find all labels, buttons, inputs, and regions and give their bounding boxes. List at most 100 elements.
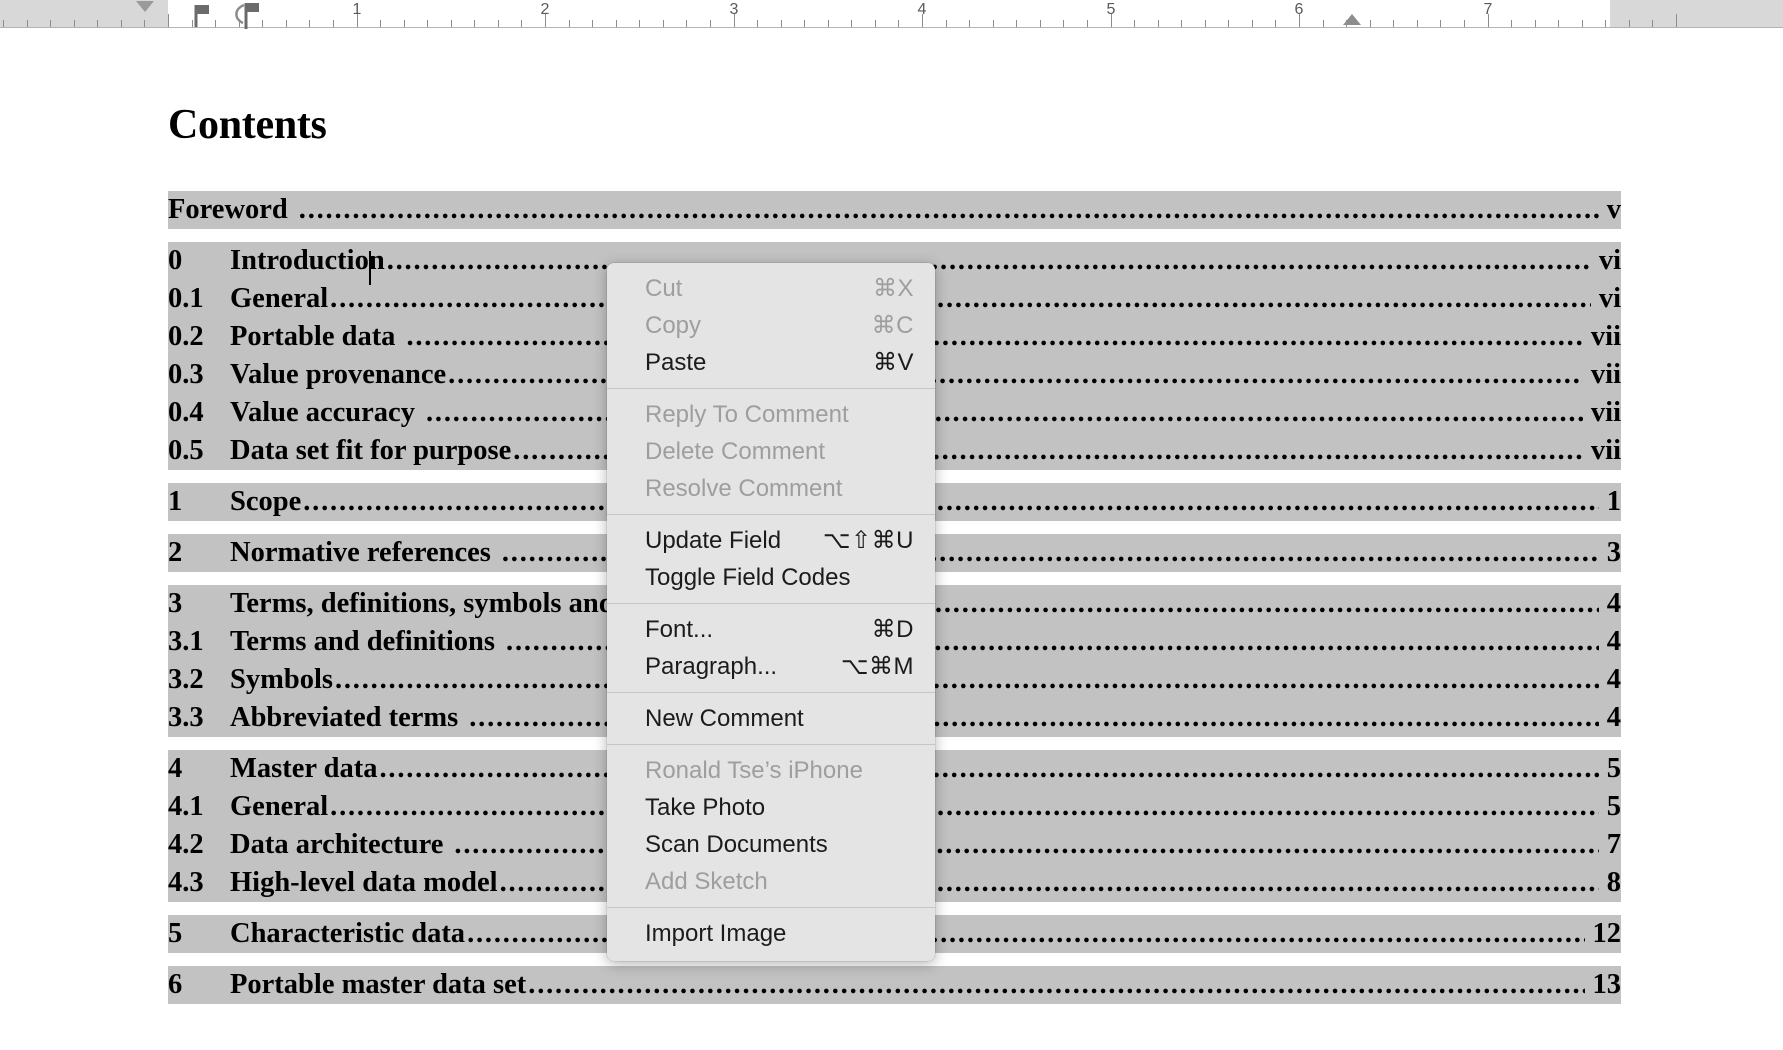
toc-entry-title: Terms and definitions xyxy=(230,626,496,657)
toc-entry[interactable]: 6 Portable master data set...............… xyxy=(168,966,1621,1004)
menu-item-label: Import Image xyxy=(645,919,787,947)
ruler-label-1: 1 xyxy=(352,1,362,18)
menu-item-paste[interactable]: Paste ⌘V xyxy=(607,344,935,381)
toc-entry-title: Foreword xyxy=(168,194,288,225)
menu-item-font[interactable]: Font... ⌘D xyxy=(607,611,935,648)
toc-entry-page-number: 4 xyxy=(1606,664,1621,695)
menu-item-label: Delete Comment xyxy=(645,437,826,465)
toc-entry-page-number: vii xyxy=(1590,321,1621,352)
toc-leader-dots: ........................................… xyxy=(425,397,1583,428)
toc-entry-title: Characteristic data xyxy=(230,918,466,949)
menu-item-copy: Copy ⌘C xyxy=(607,307,935,344)
toc-entry-number: 4.2 xyxy=(168,829,204,860)
toc-leader-dots: ........................................… xyxy=(298,194,1599,225)
toc-entry-number: 0.4 xyxy=(168,397,204,428)
menu-separator xyxy=(607,692,935,693)
toc-entry-number: 0 xyxy=(168,245,183,276)
toc-entry-title: General xyxy=(230,283,329,314)
context-menu[interactable]: Cut ⌘X Copy ⌘C Paste ⌘V Reply To Comment Delete… xyxy=(607,263,935,961)
menu-item-scan-documents[interactable]: Scan Documents xyxy=(607,826,935,863)
toc-entry-page-number: v xyxy=(1606,194,1621,225)
menu-item-label: Take Photo xyxy=(645,793,766,821)
first-line-indent-marker[interactable] xyxy=(136,1,154,12)
horizontal-ruler[interactable]: 1 2 3 4 5 6 7 xyxy=(0,0,1783,29)
menu-item-label: Cut xyxy=(645,274,683,302)
menu-item-shortcut: ⌘D xyxy=(871,616,914,643)
toc-group: 6 Portable master data set...............… xyxy=(168,966,1621,1004)
left-tab-stop-icon-1[interactable] xyxy=(193,3,215,29)
toc-entry-page-number: 7 xyxy=(1606,829,1621,860)
toc-entry-page-number: vii xyxy=(1590,359,1621,390)
toc-entry-page-number: 4 xyxy=(1606,588,1621,619)
toc-leader-dots: ........................................… xyxy=(334,664,1599,695)
toc-leader-dots: ........................................… xyxy=(406,321,1583,352)
toc-entry-title: Symbols xyxy=(230,664,333,695)
menu-separator xyxy=(607,907,935,908)
toc-leader-dots: ........................................… xyxy=(330,791,1599,822)
menu-item-take-photo[interactable]: Take Photo xyxy=(607,789,935,826)
menu-item-resolve-comment: Resolve Comment xyxy=(607,470,935,507)
toc-entry-title: Scope xyxy=(230,486,302,517)
menu-item-label: New Comment xyxy=(645,704,804,732)
toc-entry-title: Normative references xyxy=(230,537,491,568)
toc-entry-number: 0.2 xyxy=(168,321,204,352)
toc-entry-page-number: 12 xyxy=(1592,918,1622,949)
menu-item-shortcut: ⌥⌘M xyxy=(840,653,914,680)
menu-item-import-image[interactable]: Import Image xyxy=(607,915,935,952)
toc-entry-page-number: vi xyxy=(1598,245,1621,276)
ruler-label-5: 5 xyxy=(1106,1,1116,18)
toc-leader-dots: ........................................… xyxy=(379,753,1598,784)
toc-group: Foreword................................… xyxy=(168,191,1621,229)
toc-entry-title: Value accuracy xyxy=(230,397,415,428)
toc-entry-title: Introduction xyxy=(230,245,385,276)
ruler-label-6: 6 xyxy=(1294,1,1304,18)
toc-entry-title: Data set fit for purpose xyxy=(230,435,512,466)
menu-item-shortcut: ⌘C xyxy=(871,312,914,339)
toc-entry-page-number: 3 xyxy=(1606,537,1621,568)
menu-separator xyxy=(607,744,935,745)
toc-entry-number: 4 xyxy=(168,753,183,784)
toc-entry-title: High-level data model xyxy=(230,867,498,898)
menu-item-reply-to-comment: Reply To Comment xyxy=(607,396,935,433)
toc-entry-page-number: 1 xyxy=(1606,486,1621,517)
toc-leader-dots: ........................................… xyxy=(330,283,1591,314)
toc-entry[interactable]: Foreword................................… xyxy=(168,191,1621,229)
menu-separator xyxy=(607,388,935,389)
toc-entry-title: Master data xyxy=(230,753,378,784)
menu-item-label: Copy xyxy=(645,311,702,339)
ruler-label-4: 4 xyxy=(917,1,927,18)
menu-item-toggle-field-codes[interactable]: Toggle Field Codes xyxy=(607,559,935,596)
toc-entry-number: 3.2 xyxy=(168,664,204,695)
toc-entry-title: Data architecture xyxy=(230,829,444,860)
toc-entry-number: 4.3 xyxy=(168,867,204,898)
toc-entry-page-number: vi xyxy=(1598,283,1621,314)
toc-entry-page-number: 4 xyxy=(1606,702,1621,733)
toc-entry-page-number: 5 xyxy=(1606,791,1621,822)
toc-entry-number: 0.3 xyxy=(168,359,204,390)
toc-entry-title: Portable data xyxy=(230,321,396,352)
ruler-label-3: 3 xyxy=(729,1,739,18)
toc-entry-number: 5 xyxy=(168,918,183,949)
toc-entry-number: 4.1 xyxy=(168,791,204,822)
menu-item-label: Update Field xyxy=(645,526,782,554)
menu-separator xyxy=(607,514,935,515)
menu-separator xyxy=(607,603,935,604)
toc-entry-number: 2 xyxy=(168,537,183,568)
menu-item-shortcut: ⌘X xyxy=(872,275,914,302)
toc-entry-number: 3 xyxy=(168,588,183,619)
toc-entry-title: Value provenance xyxy=(230,359,447,390)
menu-item-label: Toggle Field Codes xyxy=(645,563,851,591)
page-title: Contents xyxy=(168,102,327,148)
toc-entry-number: 3.3 xyxy=(168,702,204,733)
menu-section-header-label: Ronald Tse’s iPhone xyxy=(645,756,863,784)
menu-item-paragraph[interactable]: Paragraph... ⌥⌘M xyxy=(607,648,935,685)
toc-leader-dots: ........................................… xyxy=(303,486,1599,517)
menu-item-new-comment[interactable]: New Comment xyxy=(607,700,935,737)
menu-item-update-field[interactable]: Update Field ⌥⇧⌘U xyxy=(607,522,935,559)
menu-item-shortcut: ⌥⇧⌘U xyxy=(822,527,914,554)
menu-item-label: Resolve Comment xyxy=(645,474,843,502)
toc-entry-number: 0.5 xyxy=(168,435,204,466)
toc-entry-title: Portable master data set xyxy=(230,969,527,1000)
menu-item-delete-comment: Delete Comment xyxy=(607,433,935,470)
right-indent-marker[interactable] xyxy=(1343,14,1361,25)
